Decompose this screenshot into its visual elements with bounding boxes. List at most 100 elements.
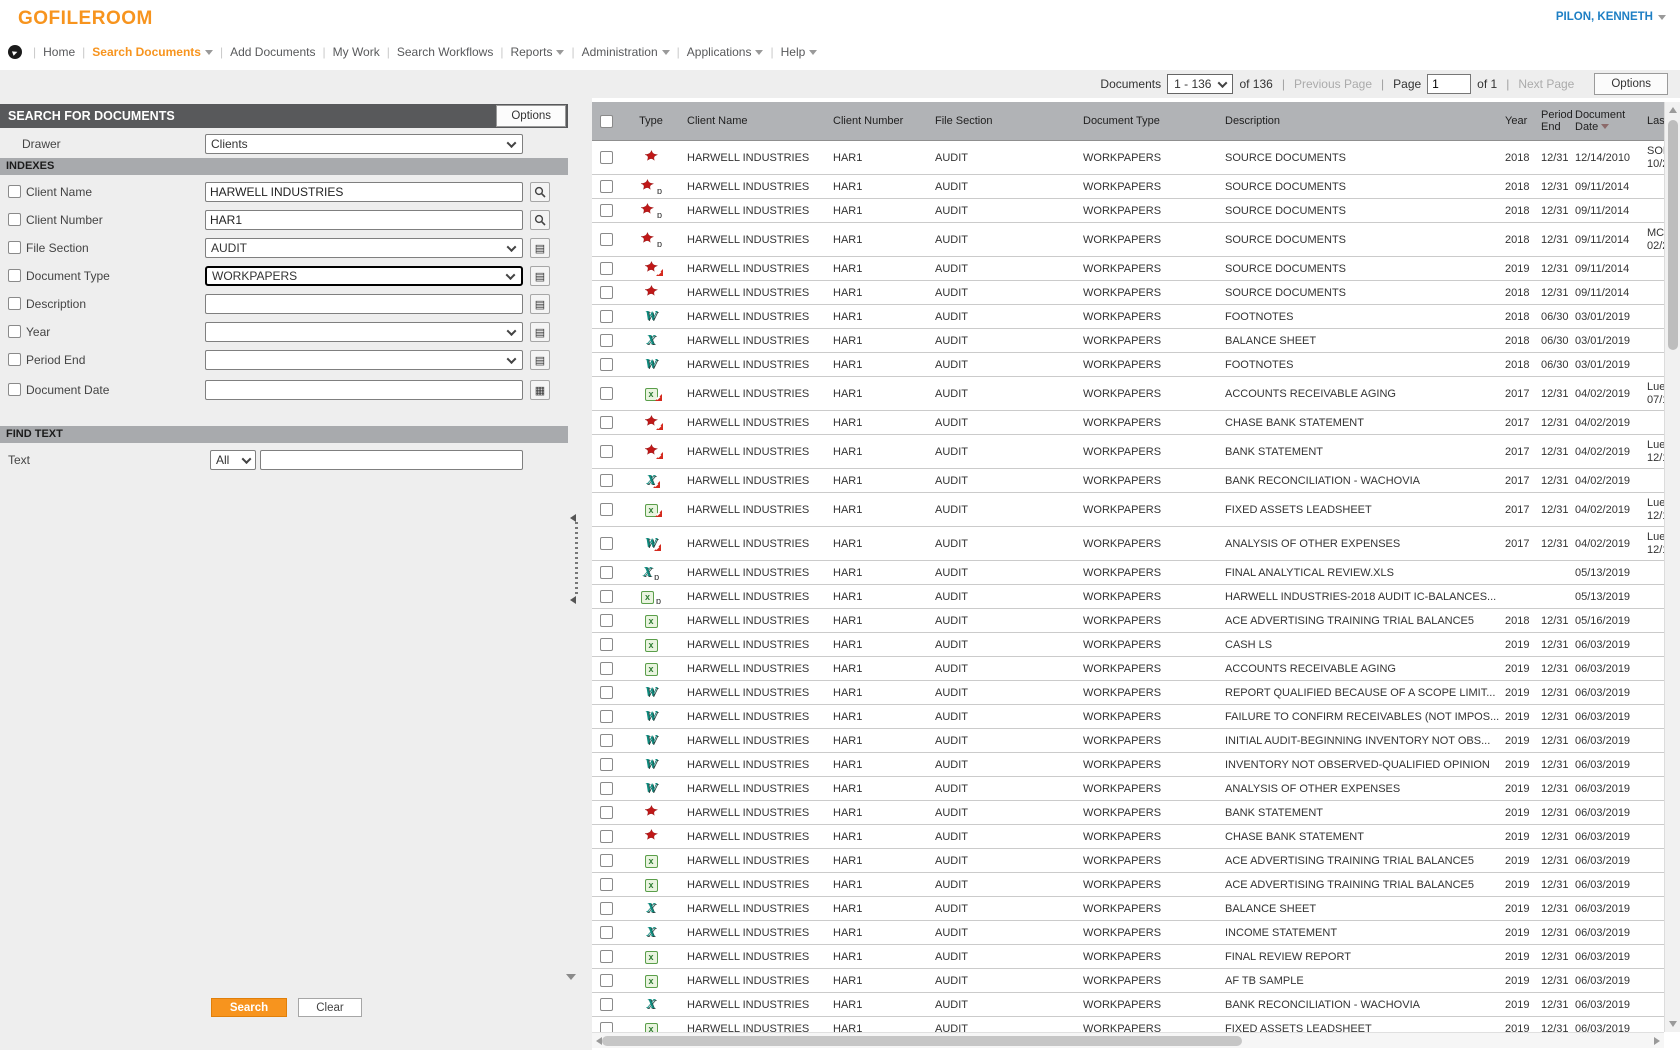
excel-icon[interactable]: X — [646, 901, 655, 916]
row-checkbox[interactable] — [600, 474, 613, 487]
row-description[interactable]: CHASE BANK STATEMENT — [1220, 831, 1502, 843]
find-text-input[interactable] — [260, 450, 523, 470]
row-checkbox[interactable] — [600, 416, 613, 429]
row-description[interactable]: FIXED ASSETS LEADSHEET — [1220, 1023, 1502, 1033]
row-checkbox[interactable] — [600, 902, 613, 915]
row-checkbox[interactable] — [600, 1022, 613, 1032]
row-checkbox[interactable] — [600, 286, 613, 299]
row-checkbox[interactable] — [600, 686, 613, 699]
client-number-checkbox[interactable] — [8, 213, 21, 226]
scroll-up-icon[interactable] — [1669, 107, 1677, 113]
document-type-checkbox[interactable] — [8, 269, 21, 282]
row-checkbox[interactable] — [600, 358, 613, 371]
row-checkbox[interactable] — [600, 204, 613, 217]
row-description[interactable]: FOOTNOTES — [1220, 359, 1502, 371]
row-checkbox[interactable] — [600, 151, 613, 164]
word-icon[interactable]: W — [645, 357, 657, 372]
user-menu[interactable]: PILON, KENNETH — [1556, 11, 1666, 23]
panel-scroll-down-icon[interactable] — [566, 974, 576, 980]
row-description[interactable]: INITIAL AUDIT-BEGINNING INVENTORY NOT OB… — [1220, 735, 1502, 747]
client-name-search-icon[interactable] — [530, 182, 550, 202]
row-checkbox[interactable] — [600, 503, 613, 516]
nav-item-administration[interactable]: Administration — [582, 45, 670, 59]
description-checkbox[interactable] — [8, 297, 21, 310]
row-description[interactable]: AF TB SAMPLE — [1220, 975, 1502, 987]
row-checkbox[interactable] — [600, 387, 613, 400]
excelbox-icon[interactable]: x — [645, 877, 658, 892]
pdf-icon[interactable] — [644, 805, 659, 820]
file-section-list-icon[interactable]: ▤ — [530, 238, 550, 258]
row-checkbox[interactable] — [600, 662, 613, 675]
header-year[interactable]: Year — [1502, 115, 1538, 127]
row-description[interactable]: SOURCE DOCUMENTS — [1220, 263, 1502, 275]
row-checkbox[interactable] — [600, 782, 613, 795]
row-description[interactable]: CASH LS — [1220, 639, 1502, 651]
pdf-icon[interactable] — [644, 285, 659, 300]
pdf-p-icon[interactable]: p — [640, 203, 662, 218]
header-file-section[interactable]: File Section — [930, 115, 1078, 127]
page-number-input[interactable] — [1427, 74, 1471, 94]
excel-icon[interactable]: X — [646, 925, 655, 940]
pdf-icon[interactable] — [644, 829, 659, 844]
document-type-list-icon[interactable]: ▤ — [530, 266, 550, 286]
row-description[interactable]: SOURCE DOCUMENTS — [1220, 181, 1502, 193]
word-icon[interactable]: W — [645, 685, 657, 700]
nav-item-add-documents[interactable]: Add Documents — [230, 45, 315, 59]
row-description[interactable]: ACE ADVERTISING TRAINING TRIAL BALANCE5 — [1220, 615, 1502, 627]
document-date-checkbox[interactable] — [8, 383, 21, 396]
nav-item-search-workflows[interactable]: Search Workflows — [397, 45, 493, 59]
row-description[interactable]: ACCOUNTS RECEIVABLE AGING — [1220, 663, 1502, 675]
select-all-checkbox[interactable] — [600, 115, 613, 128]
nav-item-applications[interactable]: Applications — [687, 45, 764, 59]
results-options-button[interactable]: Options — [1594, 73, 1668, 95]
row-checkbox[interactable] — [600, 854, 613, 867]
excelbox-out-icon[interactable]: x — [645, 386, 658, 401]
row-checkbox[interactable] — [600, 310, 613, 323]
row-checkbox[interactable] — [600, 878, 613, 891]
row-description[interactable]: ACCOUNTS RECEIVABLE AGING — [1220, 388, 1502, 400]
splitter-handle[interactable] — [575, 522, 578, 594]
row-checkbox[interactable] — [600, 180, 613, 193]
pdf-out-icon[interactable] — [644, 444, 659, 459]
horizontal-scrollbar-thumb[interactable] — [602, 1036, 1242, 1046]
document-type-select[interactable]: WORKPAPERS — [205, 266, 523, 286]
vertical-scrollbar-thumb[interactable] — [1668, 120, 1678, 350]
row-checkbox[interactable] — [600, 806, 613, 819]
word-icon[interactable]: W — [645, 757, 657, 772]
row-description[interactable]: FAILURE TO CONFIRM RECEIVABLES (NOT IMPO… — [1220, 711, 1502, 723]
row-checkbox[interactable] — [600, 445, 613, 458]
row-description[interactable]: FINAL ANALYTICAL REVIEW.XLS — [1220, 567, 1502, 579]
row-description[interactable]: INVENTORY NOT OBSERVED-QUALIFIED OPINION — [1220, 759, 1502, 771]
row-description[interactable]: SOURCE DOCUMENTS — [1220, 152, 1502, 164]
header-last[interactable]: Last — [1642, 115, 1664, 127]
row-description[interactable]: CHASE BANK STATEMENT — [1220, 417, 1502, 429]
search-options-button[interactable]: Options — [496, 105, 566, 127]
word-icon[interactable]: W — [645, 781, 657, 796]
row-description[interactable]: INCOME STATEMENT — [1220, 927, 1502, 939]
row-description[interactable]: FOOTNOTES — [1220, 311, 1502, 323]
row-checkbox[interactable] — [600, 950, 613, 963]
row-checkbox[interactable] — [600, 710, 613, 723]
year-select[interactable] — [205, 322, 523, 342]
document-date-calendar-icon[interactable]: ▦ — [530, 380, 550, 400]
scroll-down-icon[interactable] — [1669, 1021, 1677, 1027]
drawer-select[interactable]: Clients — [205, 134, 523, 154]
documents-range-select[interactable]: 1 - 136 — [1167, 74, 1233, 94]
vertical-scrollbar[interactable] — [1664, 102, 1680, 1032]
row-checkbox[interactable] — [600, 974, 613, 987]
previous-page-link[interactable]: Previous Page — [1294, 77, 1372, 91]
pdf-p-icon[interactable]: p — [640, 179, 662, 194]
row-description[interactable]: BALANCE SHEET — [1220, 903, 1502, 915]
nav-item-reports[interactable]: Reports — [510, 45, 564, 59]
row-checkbox[interactable] — [600, 262, 613, 275]
description-input[interactable] — [205, 294, 523, 314]
row-description[interactable]: FINAL REVIEW REPORT — [1220, 951, 1502, 963]
splitter-collapse-icon[interactable] — [570, 514, 576, 522]
row-checkbox[interactable] — [600, 734, 613, 747]
search-button[interactable]: Search — [211, 998, 287, 1017]
clear-button[interactable]: Clear — [298, 998, 362, 1017]
excel-icon[interactable]: X — [646, 997, 655, 1012]
nav-go-icon[interactable]: ► — [8, 45, 22, 59]
client-name-input[interactable] — [205, 182, 523, 202]
year-checkbox[interactable] — [8, 325, 21, 338]
